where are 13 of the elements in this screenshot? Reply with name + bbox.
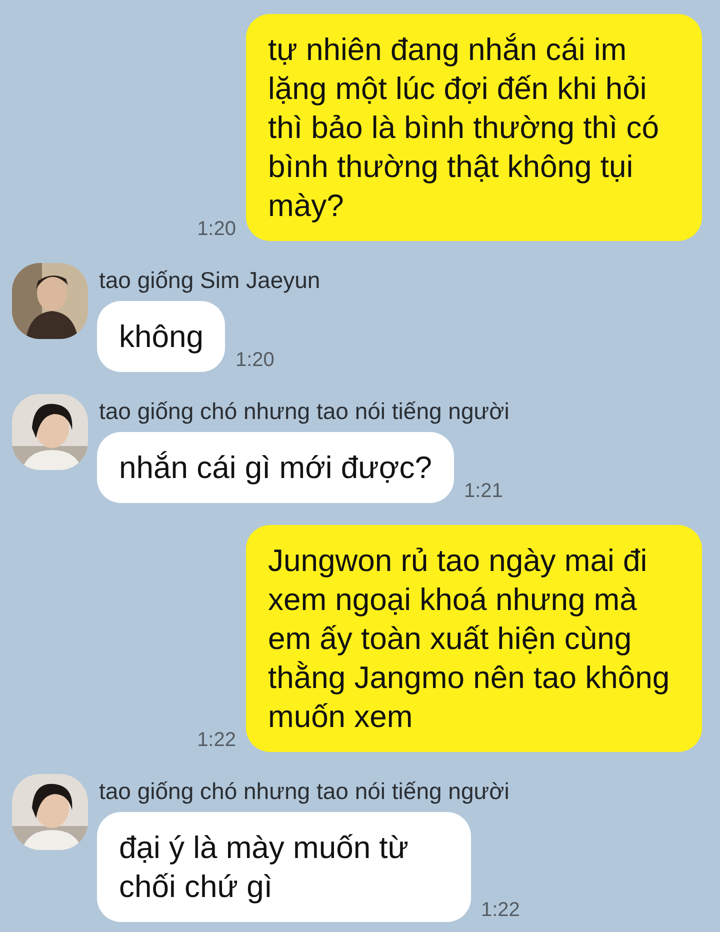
timestamp: 1:22 (481, 899, 520, 922)
message-bubble: không (97, 301, 226, 372)
message-bubble: tự nhiên đang nhắn cái im lặng một lúc đợi đến khi hỏi thì bảo là bình thường thì có bình thường thật không tụi mày? (246, 14, 702, 241)
sender-name: tao giống chó nhưng tao nói tiếng người (98, 397, 510, 426)
timestamp: 1:21 (464, 480, 503, 503)
message-bubble: đại ý là mày muốn từ chối chứ gì (97, 812, 471, 922)
message-bubble: Jungwon rủ tao ngày mai đi xem ngoại khoá nhưng mà em ấy toàn xuất hiện cùng thằng Jangmo nên tao không muốn xem (246, 525, 702, 752)
timestamp: 1:22 (197, 729, 236, 752)
sender-name: tao giống Sim Jaeyun (98, 266, 320, 295)
timestamp: 1:20 (235, 349, 274, 372)
sender-name: tao giống chó nhưng tao nói tiếng người (98, 777, 510, 806)
timestamp: 1:20 (197, 218, 236, 241)
message-bubble: nhắn cái gì mới được? (97, 432, 454, 503)
